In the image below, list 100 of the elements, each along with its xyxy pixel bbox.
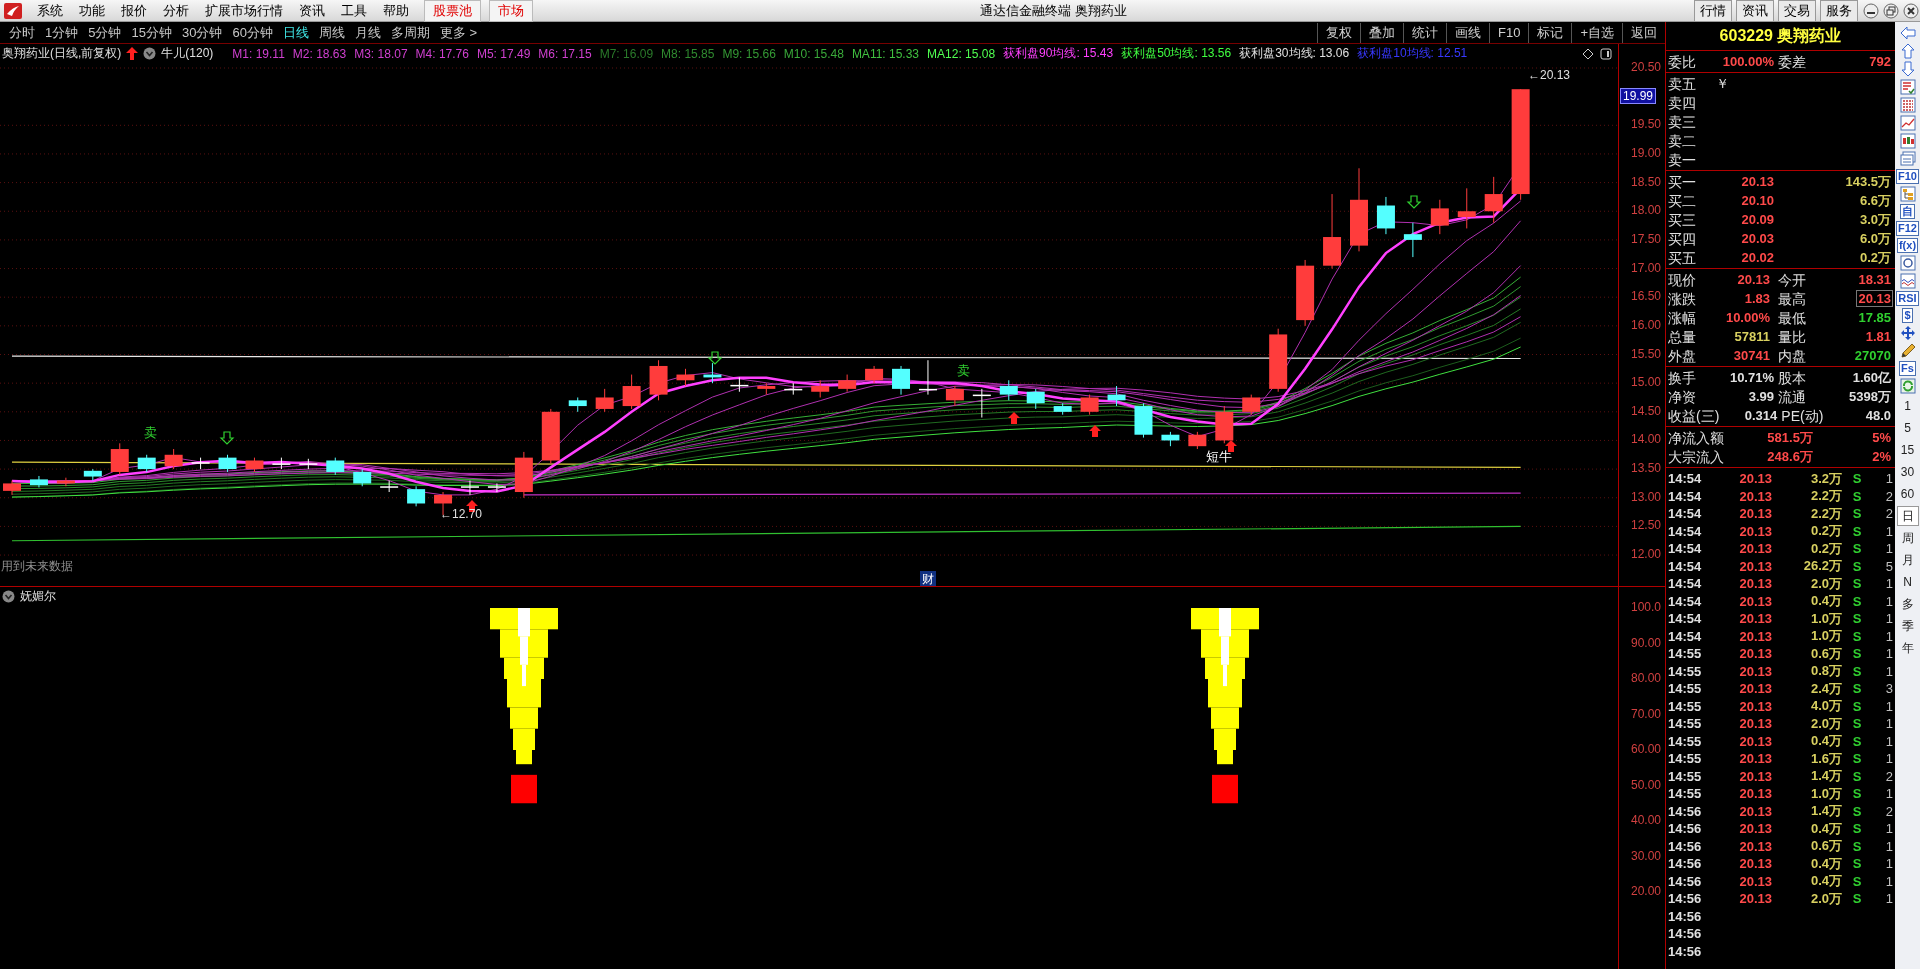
toolbar-text-button[interactable]: F10 [1896,169,1919,184]
trade-time: 14:55 [1668,698,1703,714]
candlestick [1376,196,1395,235]
window-list-icon[interactable] [1898,151,1917,167]
trade-volume: 0.4万 [1809,854,1842,873]
service-button[interactable]: 资讯 [1736,0,1774,22]
period-button[interactable]: N [1896,572,1919,592]
period-tab[interactable]: 5分钟 [83,23,127,42]
toolbar-text-button[interactable]: F12 [1896,221,1919,236]
trade-volume: 0.2万 [1809,522,1842,541]
trade-volume: 1.4万 [1809,802,1842,821]
toolbar-text-button[interactable]: f(x) [1896,238,1919,253]
candlestick [730,376,749,393]
menu-item[interactable]: 报价 [114,1,154,20]
price-tag: 19.99 [1620,88,1657,104]
candlestick [1242,394,1261,416]
field-value: 17.85 [1857,309,1892,326]
period-tab[interactable]: 15分钟 [126,23,177,42]
menu-item[interactable]: 工具 [334,1,374,20]
axis-label: 18.50 [1630,174,1661,189]
trade-price: 20.13 [1738,488,1772,504]
candlestick [1215,405,1234,444]
period-tab[interactable]: 分时 [4,23,40,42]
period-button[interactable]: 5 [1896,418,1919,438]
candlestick [1430,199,1449,235]
trade-count: 2 [1885,803,1893,819]
menu-item[interactable]: 功能 [72,1,112,20]
period-button[interactable]: 日 [1896,506,1919,526]
axis-label: 19.00 [1630,145,1661,160]
trade-count: 1 [1885,541,1893,557]
field-value: 10.71% [1728,370,1774,385]
dropdown-icon[interactable] [2,590,15,603]
field-value: 1.83 [1743,290,1771,307]
trade-volume: 1.0万 [1809,784,1842,803]
period-tab[interactable]: 日线 [277,23,314,42]
period-button[interactable]: 60 [1896,484,1919,504]
field-value: 3.99 [1747,389,1774,404]
toolbar-text-button[interactable]: RSI [1896,291,1919,306]
period-tab[interactable]: 60分钟 [227,23,278,42]
toolbar-text-button[interactable]: Fs [1899,361,1916,376]
period-button[interactable]: 年 [1896,638,1919,658]
candlestick [3,480,21,496]
dropdown-icon[interactable] [143,47,157,60]
trade-time: 14:54 [1668,576,1703,592]
period-button[interactable]: 1 [1896,396,1919,416]
trade-price: 20.13 [1738,803,1772,819]
menu-button[interactable]: 市场 [489,0,533,22]
period-button[interactable]: 周 [1896,528,1919,548]
menu-item[interactable]: 扩展市场行情 [198,1,290,20]
period-tab[interactable]: 1分钟 [40,23,84,42]
menu-item[interactable]: 帮助 [376,1,416,20]
trade-price: 20.13 [1738,506,1772,522]
list-check-icon[interactable] [1898,79,1917,95]
service-button[interactable]: 行情 [1694,0,1732,22]
trade-side: S [1851,506,1863,522]
finance-marker[interactable]: 财 [920,571,936,586]
period-button[interactable]: 月 [1896,550,1919,570]
menu-item[interactable]: 分析 [156,1,196,20]
diamond-icon[interactable] [1582,48,1594,60]
period-button[interactable]: 多 [1896,594,1919,614]
trade-price: 20.13 [1738,786,1772,802]
field-value: 1.81 [1864,328,1892,345]
candlestick [541,408,560,464]
trade-volume: 0.2万 [1809,539,1842,558]
trade-time: 14:54 [1668,523,1703,539]
period-tab[interactable]: 月线 [349,23,386,42]
period-button[interactable]: 15 [1896,440,1919,460]
menu-item[interactable]: 资讯 [292,1,332,20]
minimize-button[interactable] [1862,1,1880,20]
period-tab[interactable]: 更多 > [434,23,483,42]
line-chart-icon[interactable] [1898,115,1917,131]
panel-icon[interactable] [1600,48,1612,60]
restore-button[interactable] [1882,1,1900,20]
grid-icon[interactable] [1898,97,1917,113]
trade-count: 1 [1885,873,1893,889]
trade-price: 20.13 [1738,681,1772,697]
tree-icon[interactable] [1898,186,1917,202]
arrow-left-icon[interactable] [1898,25,1917,41]
indicator-value: M8: 15.85 [661,46,715,61]
trade-time: 14:54 [1668,558,1703,574]
toolbar-text-button[interactable]: $ [1902,308,1913,323]
close-button[interactable] [1902,1,1920,20]
period-button[interactable]: 30 [1896,462,1919,482]
wave-icon[interactable] [1898,273,1917,289]
refresh-icon[interactable] [1898,378,1917,394]
period-tab[interactable]: 多周期 [385,23,435,42]
axis-label: 19.50 [1630,117,1661,132]
axis-label: 30.00 [1630,848,1661,863]
toolbar-text-button[interactable]: 自 [1900,204,1915,219]
trade-time: 14:55 [1668,681,1703,697]
menu-item[interactable]: 系统 [30,1,70,20]
service-button[interactable]: 服务 [1820,0,1858,22]
candles-icon[interactable] [1898,133,1917,149]
period-tab[interactable]: 周线 [313,23,350,42]
service-button[interactable]: 交易 [1778,0,1816,22]
period-tab[interactable]: 30分钟 [176,23,228,42]
trade-side: S [1851,803,1863,819]
period-button[interactable]: 季 [1896,616,1919,636]
menu-button[interactable]: 股票池 [424,0,481,22]
pencil-icon[interactable] [1898,343,1917,359]
